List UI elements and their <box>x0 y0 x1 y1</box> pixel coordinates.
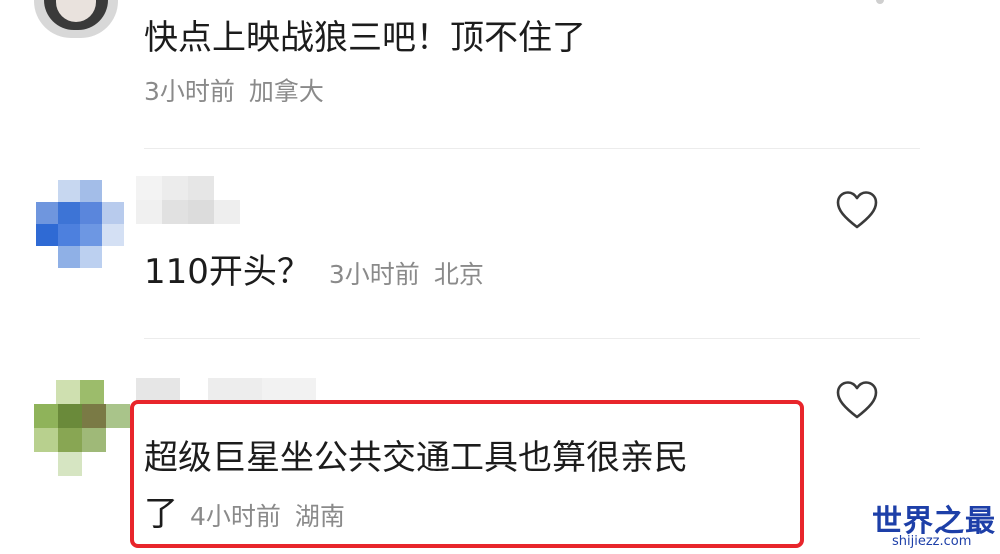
avatar[interactable] <box>34 180 130 276</box>
comment-location: 北京 <box>433 260 484 289</box>
comment-location: 加拿大 <box>248 77 324 106</box>
avatar[interactable] <box>34 380 130 476</box>
comment-text: 超级巨星坐公共交通工具也算很亲民 <box>144 438 688 478</box>
like-button[interactable] <box>834 378 880 424</box>
comment-time: 4小时前 <box>190 502 281 531</box>
divider <box>144 148 920 149</box>
comment-text-continued: 了 <box>144 494 178 534</box>
comment-meta: 3小时前 加拿大 <box>144 72 324 108</box>
comment-location: 湖南 <box>294 502 345 531</box>
watermark-url: shijiezz.com <box>892 534 972 549</box>
comment-text: 110开头？ <box>144 252 311 292</box>
heart-outline-icon <box>836 381 878 419</box>
heart-outline-icon <box>836 191 878 229</box>
comment-text: 快点上映战狼三吧！顶不住了 <box>144 18 586 58</box>
avatar[interactable] <box>34 0 118 38</box>
comment-line: 110开头？ 3小时前 北京 <box>144 252 484 292</box>
like-button[interactable] <box>834 188 880 234</box>
dot-indicator <box>876 0 884 4</box>
comment-time: 3小时前 <box>328 260 420 289</box>
comment-line: 了 4小时前 湖南 <box>144 494 345 534</box>
comment-time: 3小时前 <box>144 77 235 106</box>
divider <box>144 338 920 339</box>
username-blurred <box>136 176 246 224</box>
